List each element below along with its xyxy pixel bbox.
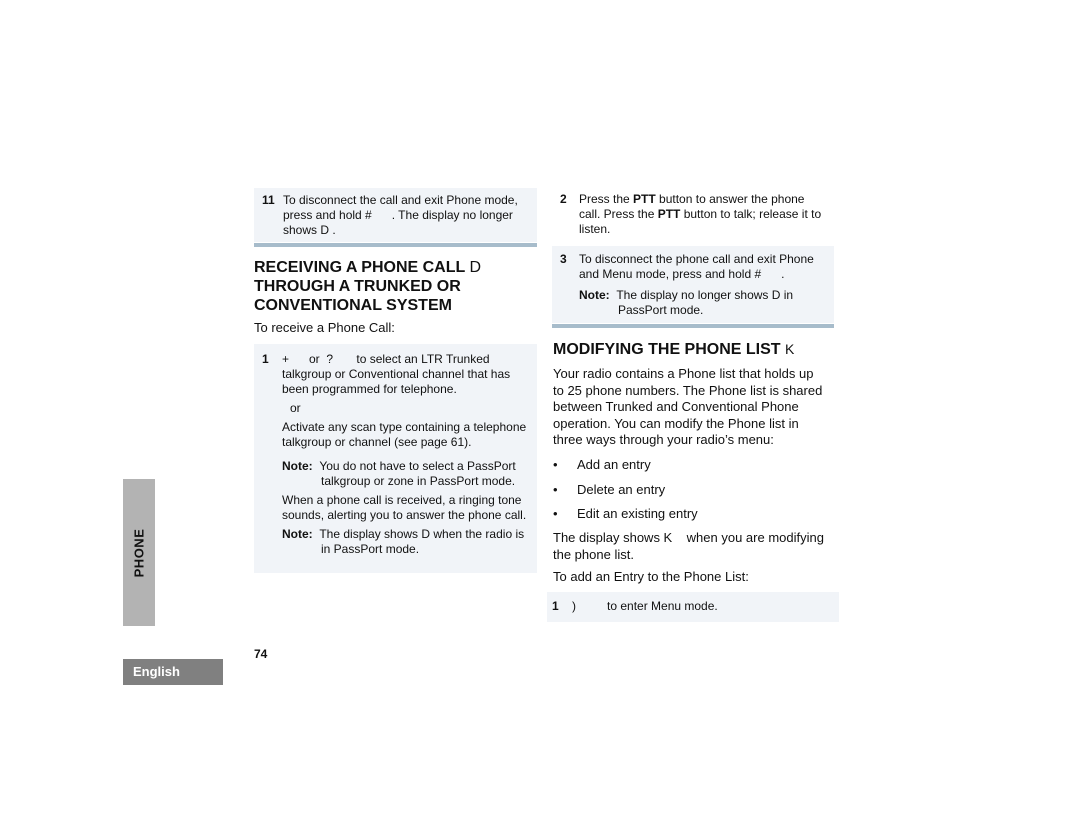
step-line: and Menu mode, press and hold # . — [579, 267, 785, 281]
step-line: + or ? to select an LTR Trunked — [282, 352, 490, 366]
step-11-box: 11 To disconnect the call and exit Phone… — [254, 188, 537, 242]
list-item: • Add an entry — [553, 457, 651, 472]
bullet-icon: • — [553, 457, 558, 472]
step-number: 3 — [560, 252, 567, 266]
step-line: listen. — [579, 222, 611, 236]
step-number: 1 — [552, 599, 559, 613]
section-tab-phone: PHONE — [123, 479, 155, 626]
menu-key-symbol: ) — [572, 599, 576, 613]
step-line: talkgroup or Conventional channel that h… — [282, 367, 511, 381]
title-line: CONVENTIONAL SYSTEM — [254, 297, 452, 314]
section-title-receiving: RECEIVING A PHONE CALL D THROUGH A TRUNK… — [254, 258, 544, 315]
note-passport-select: Note: You do not have to select a PassPo… — [282, 459, 516, 488]
step-line: sounds, alerting you to answer the phone… — [282, 508, 527, 522]
step-number: 2 — [560, 192, 567, 206]
list-item: • Delete an entry — [553, 481, 666, 497]
note-display-no-longer: Note: The display no longer shows D in P… — [579, 288, 794, 317]
add-entry-intro: To add an Entry to the Phone List: — [553, 569, 749, 584]
modify-intro-paragraph: Your radio contains a Phone list that ho… — [553, 366, 823, 447]
step-number: 11 — [262, 193, 275, 207]
step-line: press and hold # . The display no longer — [283, 208, 513, 222]
title-line: THROUGH A TRUNKED OR — [254, 278, 461, 295]
ptt-button-label: PTT — [633, 192, 656, 206]
bullet-icon: • — [553, 506, 558, 521]
step-1-box: 1 + or ? to select an LTR Trunked talkgr… — [254, 344, 537, 573]
step-line: To disconnect the phone call and exit Ph… — [579, 252, 814, 266]
step-text: Press the PTT button to answer the phone… — [579, 192, 831, 237]
step-line: shows D . — [283, 223, 336, 237]
step-number: 1 — [262, 352, 269, 366]
phone-list-display-symbol: K — [785, 341, 795, 357]
step-text: to enter Menu mode. — [607, 599, 718, 613]
intro-text: To receive a Phone Call: — [254, 320, 395, 335]
step-2: 2 Press the PTT button to answer the pho… — [552, 192, 837, 242]
bullet-list: • Add an entry • Delete an entry • Edit an … — [553, 457, 843, 531]
language-tab: English — [123, 659, 223, 685]
page-number: 74 — [254, 647, 268, 661]
phone-display-symbol: D — [469, 259, 481, 276]
note-display-shows: Note: The display shows D when the radio… — [282, 527, 525, 556]
step-text: To disconnect the phone call and exit Ph… — [579, 252, 828, 318]
section-divider — [552, 324, 834, 328]
step-text: To disconnect the call and exit Phone mo… — [283, 193, 531, 238]
step-line: Press the PTT button to answer the phone — [579, 192, 805, 206]
bullet-icon: • — [553, 481, 558, 497]
step-line: call. Press the PTT button to talk; rele… — [579, 207, 822, 221]
step-line: To disconnect the call and exit Phone mo… — [283, 193, 518, 207]
add-step-1-box: 1 ) to enter Menu mode. — [547, 592, 839, 622]
step-line: talkgroup or channel (see page 61). — [282, 435, 472, 449]
ptt-button-label: PTT — [657, 207, 681, 221]
step-line: When a phone call is received, a ringing… — [282, 493, 522, 507]
step-line: Activate any scan type containing a tele… — [282, 420, 527, 434]
step-3-box: 3 To disconnect the phone call and exit … — [552, 246, 834, 323]
step-text: + or ? to select an LTR Trunked talkgrou… — [282, 352, 531, 557]
title-line: RECEIVING A PHONE CALL — [254, 259, 465, 276]
step-line: been programmed for telephone. — [282, 382, 457, 396]
list-item: • Edit an existing entry — [553, 506, 698, 521]
section-divider — [254, 243, 537, 247]
display-shows-paragraph: The display shows K when you are modifyi… — [553, 530, 824, 562]
or-text: or — [290, 401, 301, 415]
section-title-modifying: MODIFYING THE PHONE LIST K — [553, 341, 795, 358]
